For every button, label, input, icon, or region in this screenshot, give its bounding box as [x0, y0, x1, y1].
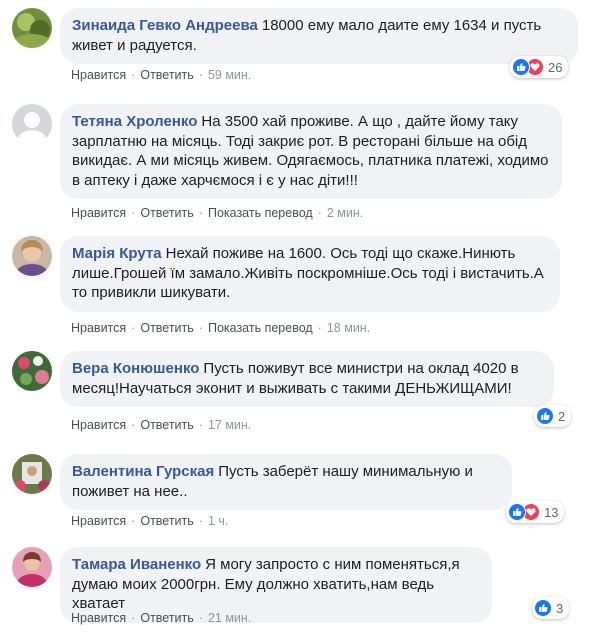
- like-icon: [512, 58, 530, 76]
- avatar[interactable]: [12, 351, 52, 391]
- avatar-image: [12, 8, 52, 48]
- translate-button[interactable]: Показать перевод: [208, 321, 313, 335]
- like-icon: [534, 599, 552, 617]
- like-button[interactable]: Нравится: [71, 68, 126, 82]
- reaction-count: 3: [556, 600, 564, 616]
- comment-timestamp[interactable]: 21 мин.: [208, 611, 251, 625]
- reply-button[interactable]: Ответить: [140, 68, 193, 82]
- comment-timestamp[interactable]: 1 ч.: [208, 514, 228, 528]
- like-button[interactable]: Нравится: [71, 418, 126, 432]
- like-button[interactable]: Нравится: [71, 206, 126, 220]
- comment-actions: Нравится · Ответить · 1 ч.: [71, 514, 229, 528]
- comment-author[interactable]: Валентина Гурская: [72, 463, 214, 480]
- reply-button[interactable]: Ответить: [140, 206, 193, 220]
- like-icon: [536, 407, 554, 425]
- like-button[interactable]: Нравится: [71, 321, 126, 335]
- comment-bubble: Марія Крута Нехай поживе на 1600. Ось тод…: [60, 236, 560, 312]
- avatar-image: [12, 454, 52, 494]
- reaction-count: 2: [558, 408, 566, 424]
- reply-button[interactable]: Ответить: [140, 611, 193, 625]
- reaction-summary[interactable]: 3: [532, 597, 570, 619]
- comment-timestamp[interactable]: 17 мин.: [208, 418, 251, 432]
- reaction-summary[interactable]: 13: [506, 501, 565, 523]
- comment-actions: Нравится · Ответить · Показать перевод · 2 мин…: [71, 206, 364, 220]
- comment-bubble: Тетяна Хроленко На 3500 хай проживе. А що…: [60, 104, 562, 199]
- comment-bubble: Валентина Гурская Пусть заберёт нашу мини…: [60, 454, 512, 510]
- reply-button[interactable]: Ответить: [140, 321, 193, 335]
- comment-author[interactable]: Зинаида Гевко Андреева: [72, 17, 258, 34]
- comment-bubble: Вера Конюшенко Пусть поживут все министри…: [60, 351, 554, 407]
- reaction-summary[interactable]: 2: [534, 405, 572, 427]
- avatar-image: [12, 547, 52, 587]
- reply-button[interactable]: Ответить: [140, 514, 193, 528]
- avatar-image: [12, 351, 52, 391]
- comment-timestamp[interactable]: 59 мин.: [208, 68, 251, 82]
- avatar[interactable]: [12, 454, 52, 494]
- default-avatar-icon: [12, 104, 52, 144]
- comment-bubble: Зинаида Гевко Андреева 18000 ему мало даи…: [60, 8, 578, 64]
- like-button[interactable]: Нравится: [71, 611, 126, 625]
- comment-author[interactable]: Тетяна Хроленко: [72, 113, 197, 130]
- comment-author[interactable]: Вера Конюшенко: [72, 360, 199, 377]
- comment-actions: Нравится · Ответить · Показать перевод · 18 ми…: [71, 321, 371, 335]
- avatar[interactable]: [12, 236, 52, 276]
- like-button[interactable]: Нравится: [71, 514, 126, 528]
- comment-author[interactable]: Тамара Иваненко: [72, 556, 201, 573]
- comment-actions: Нравится · Ответить · 21 мин.: [71, 611, 252, 625]
- comment-timestamp[interactable]: 18 мин.: [327, 321, 370, 335]
- reaction-summary[interactable]: 26: [510, 56, 569, 78]
- reaction-count: 26: [548, 59, 563, 75]
- reply-button[interactable]: Ответить: [140, 418, 193, 432]
- comment-actions: Нравится · Ответить · 17 мин.: [71, 418, 252, 432]
- avatar[interactable]: [12, 8, 52, 48]
- avatar[interactable]: [12, 547, 52, 587]
- comment-author[interactable]: Марія Крута: [72, 245, 162, 262]
- avatar-image: [12, 236, 52, 276]
- like-icon: [508, 503, 526, 521]
- translate-button[interactable]: Показать перевод: [208, 206, 313, 220]
- comment-actions: Нравится · Ответить · 59 мин.: [71, 68, 252, 82]
- avatar[interactable]: [12, 104, 52, 144]
- reaction-count: 13: [544, 504, 559, 520]
- comment-timestamp[interactable]: 2 мин.: [327, 206, 363, 220]
